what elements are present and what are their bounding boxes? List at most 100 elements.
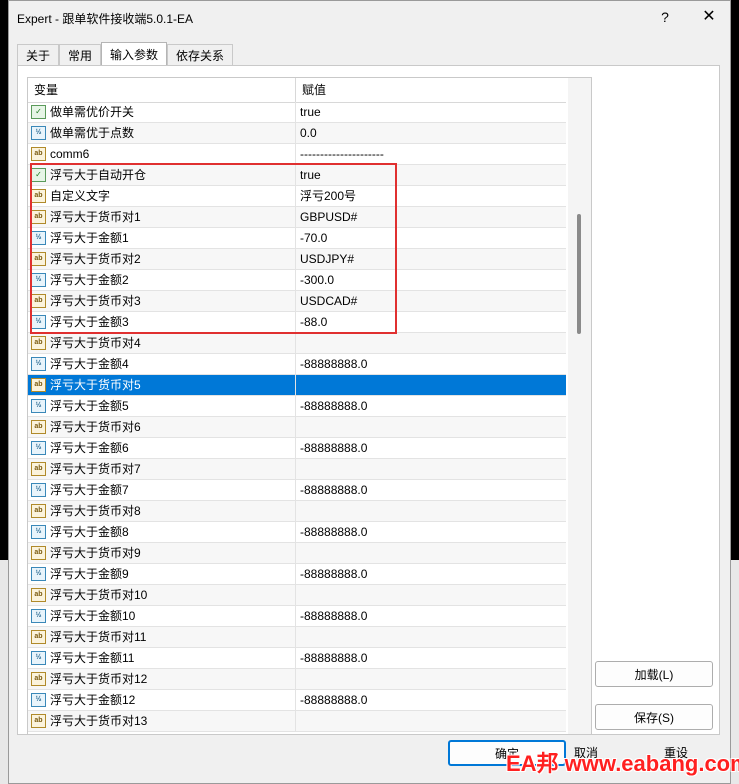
variable-cell[interactable]: ½ 浮亏大于金额2 <box>28 270 296 290</box>
table-row[interactable]: ab 自定义文字 浮亏200号 <box>28 186 566 207</box>
value-cell[interactable] <box>296 627 566 647</box>
variable-cell[interactable]: ½ 浮亏大于金额4 <box>28 354 296 374</box>
variable-cell[interactable]: ab 浮亏大于货币对11 <box>28 627 296 647</box>
table-row[interactable]: ✓ 做单需优价开关 true <box>28 102 566 123</box>
value-cell[interactable]: -88.0 <box>296 312 566 332</box>
table-row[interactable]: ab 浮亏大于货币对7 <box>28 459 566 480</box>
value-cell[interactable] <box>296 375 566 395</box>
value-cell[interactable] <box>296 333 566 353</box>
variable-cell[interactable]: ½ 浮亏大于金额12 <box>28 690 296 710</box>
variable-cell[interactable]: ½ 浮亏大于金额9 <box>28 564 296 584</box>
variable-cell[interactable]: ab 浮亏大于货币对3 <box>28 291 296 311</box>
table-row[interactable]: ab 浮亏大于货币对2 USDJPY# <box>28 249 566 270</box>
variable-cell[interactable]: ½ 浮亏大于金额5 <box>28 396 296 416</box>
tab-about[interactable]: 关于 <box>17 44 60 67</box>
variable-cell[interactable]: ½ 浮亏大于金额7 <box>28 480 296 500</box>
value-cell[interactable]: USDCAD# <box>296 291 566 311</box>
scrollbar-thumb[interactable] <box>577 214 581 334</box>
table-row[interactable]: ½ 浮亏大于金额7 -88888888.0 <box>28 480 566 501</box>
value-cell[interactable]: -300.0 <box>296 270 566 290</box>
variable-cell[interactable]: ab 浮亏大于货币对5 <box>28 375 296 395</box>
value-cell[interactable] <box>296 543 566 563</box>
variable-cell[interactable]: ✓ 浮亏大于自动开仓 <box>28 165 296 185</box>
table-row[interactable]: ½ 浮亏大于金额10 -88888888.0 <box>28 606 566 627</box>
value-cell[interactable]: -88888888.0 <box>296 648 566 668</box>
value-cell[interactable] <box>296 711 566 731</box>
save-button[interactable]: 保存(S) <box>595 704 713 730</box>
input-parameters-grid[interactable]: 变量 赋值 ✓ 做单需优价开关 true ½ 做单需优于点数 0.0 ab comm6 ----… <box>27 77 592 735</box>
variable-cell[interactable]: ab comm6 <box>28 144 296 164</box>
table-row[interactable]: ½ 浮亏大于金额12 -88888888.0 <box>28 690 566 711</box>
table-row[interactable]: ab 浮亏大于货币对8 <box>28 501 566 522</box>
variable-cell[interactable]: ab 浮亏大于货币对8 <box>28 501 296 521</box>
variable-cell[interactable]: ½ 浮亏大于金额10 <box>28 606 296 626</box>
table-row[interactable]: ½ 浮亏大于金额5 -88888888.0 <box>28 396 566 417</box>
help-icon[interactable]: ? <box>654 7 676 27</box>
table-row[interactable]: ab 浮亏大于货币对5 <box>28 375 566 396</box>
table-row[interactable]: ½ 浮亏大于金额8 -88888888.0 <box>28 522 566 543</box>
table-row[interactable]: ✓ 浮亏大于自动开仓 true <box>28 165 566 186</box>
table-row[interactable]: ½ 浮亏大于金额1 -70.0 <box>28 228 566 249</box>
variable-cell[interactable]: ab 浮亏大于货币对10 <box>28 585 296 605</box>
table-row[interactable]: ab 浮亏大于货币对13 <box>28 711 566 732</box>
variable-cell[interactable]: ½ 做单需优于点数 <box>28 123 296 143</box>
value-cell[interactable]: -88888888.0 <box>296 396 566 416</box>
table-row[interactable]: ½ 浮亏大于金额3 -88.0 <box>28 312 566 333</box>
table-row[interactable]: ab 浮亏大于货币对6 <box>28 417 566 438</box>
variable-cell[interactable]: ½ 浮亏大于金额11 <box>28 648 296 668</box>
tab-inputs[interactable]: 输入参数 <box>101 42 168 67</box>
value-cell[interactable]: true <box>296 102 566 122</box>
vertical-scrollbar[interactable] <box>568 78 591 734</box>
variable-cell[interactable]: ab 浮亏大于货币对12 <box>28 669 296 689</box>
table-row[interactable]: ½ 做单需优于点数 0.0 <box>28 123 566 144</box>
tab-common[interactable]: 常用 <box>59 44 102 67</box>
table-row[interactable]: ab 浮亏大于货币对3 USDCAD# <box>28 291 566 312</box>
value-cell[interactable]: -70.0 <box>296 228 566 248</box>
value-cell[interactable]: --------------------- <box>296 144 566 164</box>
value-cell[interactable] <box>296 501 566 521</box>
close-icon[interactable]: ✕ <box>698 7 720 27</box>
variable-cell[interactable]: ✓ 做单需优价开关 <box>28 102 296 122</box>
title-bar[interactable]: Expert - 跟单软件接收端5.0.1-EA ? ✕ <box>9 1 730 33</box>
table-row[interactable]: ½ 浮亏大于金额4 -88888888.0 <box>28 354 566 375</box>
variable-cell[interactable]: ab 浮亏大于货币对9 <box>28 543 296 563</box>
value-cell[interactable]: -88888888.0 <box>296 522 566 542</box>
value-cell[interactable] <box>296 459 566 479</box>
value-cell[interactable]: -88888888.0 <box>296 480 566 500</box>
variable-cell[interactable]: ab 浮亏大于货币对1 <box>28 207 296 227</box>
value-cell[interactable] <box>296 669 566 689</box>
variable-cell[interactable]: ½ 浮亏大于金额1 <box>28 228 296 248</box>
value-cell[interactable]: -88888888.0 <box>296 690 566 710</box>
value-cell[interactable]: 浮亏200号 <box>296 186 566 206</box>
value-cell[interactable]: 0.0 <box>296 123 566 143</box>
variable-cell[interactable]: ab 浮亏大于货币对6 <box>28 417 296 437</box>
table-row[interactable]: ab comm6 --------------------- <box>28 144 566 165</box>
variable-cell[interactable]: ab 浮亏大于货币对2 <box>28 249 296 269</box>
table-row[interactable]: ½ 浮亏大于金额9 -88888888.0 <box>28 564 566 585</box>
table-row[interactable]: ½ 浮亏大于金额2 -300.0 <box>28 270 566 291</box>
variable-cell[interactable]: ab 浮亏大于货币对13 <box>28 711 296 731</box>
table-row[interactable]: ab 浮亏大于货币对9 <box>28 543 566 564</box>
value-cell[interactable]: GBPUSD# <box>296 207 566 227</box>
tab-dependencies[interactable]: 依存关系 <box>167 44 234 67</box>
variable-cell[interactable]: ab 浮亏大于货币对4 <box>28 333 296 353</box>
value-cell[interactable] <box>296 585 566 605</box>
value-cell[interactable]: -88888888.0 <box>296 564 566 584</box>
table-row[interactable]: ab 浮亏大于货币对4 <box>28 333 566 354</box>
variable-cell[interactable]: ½ 浮亏大于金额3 <box>28 312 296 332</box>
table-row[interactable]: ab 浮亏大于货币对10 <box>28 585 566 606</box>
column-header-value[interactable]: 赋值 <box>296 78 566 102</box>
table-row[interactable]: ½ 浮亏大于金额6 -88888888.0 <box>28 438 566 459</box>
value-cell[interactable] <box>296 417 566 437</box>
value-cell[interactable]: -88888888.0 <box>296 606 566 626</box>
table-row[interactable]: ab 浮亏大于货币对1 GBPUSD# <box>28 207 566 228</box>
value-cell[interactable]: USDJPY# <box>296 249 566 269</box>
variable-cell[interactable]: ½ 浮亏大于金额8 <box>28 522 296 542</box>
table-row[interactable]: ½ 浮亏大于金额11 -88888888.0 <box>28 648 566 669</box>
value-cell[interactable]: -88888888.0 <box>296 354 566 374</box>
table-row[interactable]: ab 浮亏大于货币对11 <box>28 627 566 648</box>
value-cell[interactable]: true <box>296 165 566 185</box>
variable-cell[interactable]: ab 浮亏大于货币对7 <box>28 459 296 479</box>
table-row[interactable]: ab 浮亏大于货币对12 <box>28 669 566 690</box>
variable-cell[interactable]: ½ 浮亏大于金额6 <box>28 438 296 458</box>
